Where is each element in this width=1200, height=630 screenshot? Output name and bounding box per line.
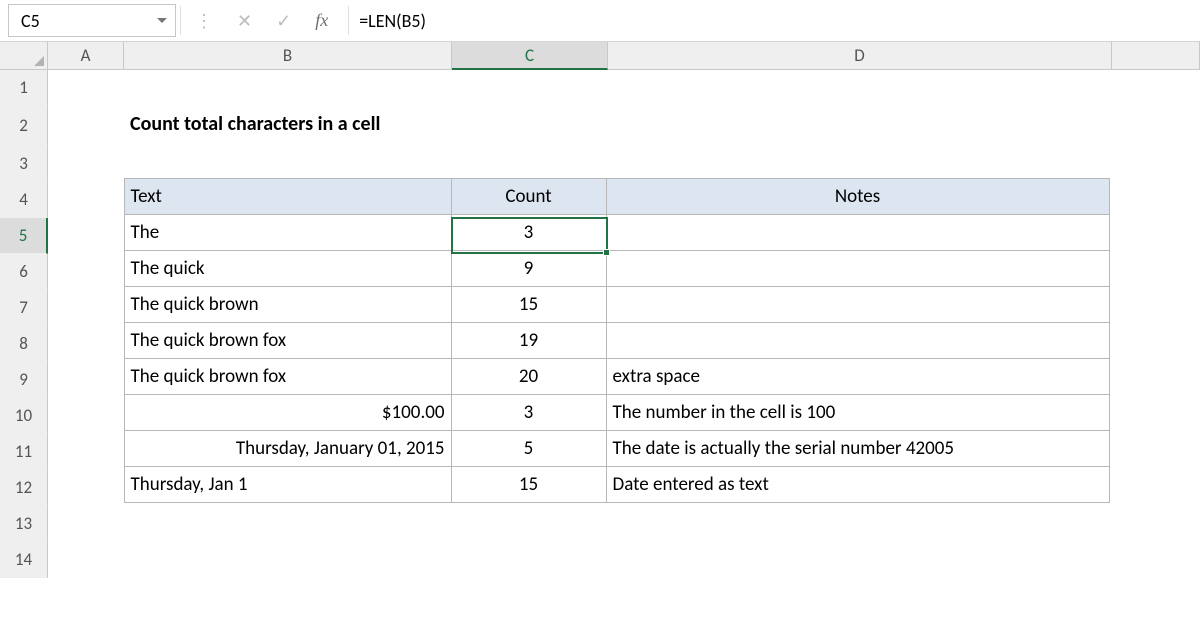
cell-text[interactable]: Thursday, January 01, 2015 [124, 430, 452, 467]
cell-text[interactable]: The [124, 214, 452, 251]
cell-text[interactable]: The quick [124, 250, 452, 287]
cell[interactable] [608, 70, 1112, 106]
cell-notes[interactable] [606, 214, 1110, 251]
row-header[interactable]: 14 [0, 542, 48, 578]
cell-count[interactable]: 3 [451, 214, 607, 251]
row-header[interactable]: 2 [0, 106, 48, 146]
col-header-c[interactable]: C [452, 42, 608, 70]
table-row: The quick brown fox 19 [124, 322, 1112, 358]
table-row: The quick brown 15 [124, 286, 1112, 322]
name-box[interactable]: C5 [8, 4, 176, 37]
cell-notes[interactable]: The date is actually the serial number 4… [606, 430, 1110, 467]
table-row: The quick brown fox 20 extra space [124, 358, 1112, 394]
table-row: Thursday, Jan 1 15 Date entered as text [124, 466, 1112, 502]
title-cell[interactable]: Count total characters in a cell [124, 106, 386, 142]
cell-text[interactable]: $100.00 [124, 394, 452, 431]
cell-text[interactable]: The quick brown [124, 286, 452, 323]
formula-bar: C5 ⋮ ✕ ✓ fx =LEN(B5) [0, 0, 1200, 42]
separator-dots-icon: ⋮ [195, 10, 213, 32]
cell-text[interactable]: Thursday, Jan 1 [124, 466, 452, 503]
row-1 [48, 70, 1200, 106]
table-row: $100.00 3 The number in the cell is 100 [124, 394, 1112, 430]
cell[interactable] [48, 146, 124, 182]
cell-count[interactable]: 9 [451, 250, 607, 287]
cancel-icon[interactable]: ✕ [237, 10, 252, 32]
row-header[interactable]: 5 [0, 218, 48, 254]
table-row: The 3 [124, 214, 1112, 250]
formula-input[interactable]: =LEN(B5) [349, 0, 1200, 41]
row-header[interactable]: 12 [0, 470, 48, 506]
col-header-b[interactable]: B [124, 42, 452, 69]
formula-bar-buttons: ⋮ ✕ ✓ fx [181, 0, 348, 41]
cell-text[interactable]: The quick brown fox [124, 358, 452, 395]
row-header[interactable]: 6 [0, 254, 48, 290]
spreadsheet-grid: A B C D 1 2 3 4 5 6 7 8 9 10 11 12 13 14 [0, 42, 1200, 578]
select-all-button[interactable] [0, 42, 48, 69]
row-header[interactable]: 13 [0, 506, 48, 542]
row-header[interactable]: 1 [0, 70, 48, 106]
row-header[interactable]: 4 [0, 182, 48, 218]
cell-count[interactable]: 3 [451, 394, 607, 431]
insert-function-icon[interactable]: fx [315, 10, 328, 31]
table-header-count[interactable]: Count [451, 178, 607, 215]
name-box-dropdown-icon[interactable] [157, 18, 167, 23]
col-header-extra[interactable] [1112, 42, 1200, 69]
rows-area: 1 2 3 4 5 6 7 8 9 10 11 12 13 14 [0, 70, 1200, 578]
row-2: Count total characters in a cell [48, 106, 1200, 146]
cell-count[interactable]: 15 [451, 286, 607, 323]
row-header[interactable]: 9 [0, 362, 48, 398]
cell-count[interactable]: 19 [451, 322, 607, 359]
row-headers: 1 2 3 4 5 6 7 8 9 10 11 12 13 14 [0, 70, 48, 578]
table-row: Thursday, January 01, 2015 5 The date is… [124, 430, 1112, 466]
cell-notes[interactable]: extra space [606, 358, 1110, 395]
cell[interactable] [48, 106, 124, 142]
table-header-text[interactable]: Text [124, 178, 452, 215]
row-header[interactable]: 3 [0, 146, 48, 182]
row-header[interactable]: 8 [0, 326, 48, 362]
col-header-d[interactable]: D [608, 42, 1112, 69]
cell-text[interactable]: The quick brown fox [124, 322, 452, 359]
formula-text: =LEN(B5) [359, 10, 426, 32]
table-row: The quick 9 [124, 250, 1112, 286]
data-table: Text Count Notes The 3 The quick 9 [124, 178, 1112, 502]
cells-area[interactable]: Count total characters in a cell Text Co… [48, 70, 1200, 578]
row-header[interactable]: 10 [0, 398, 48, 434]
cell-notes[interactable]: Date entered as text [606, 466, 1110, 503]
name-box-value: C5 [21, 10, 40, 32]
row-header[interactable]: 11 [0, 434, 48, 470]
table-header-notes[interactable]: Notes [606, 178, 1110, 215]
row-header[interactable]: 7 [0, 290, 48, 326]
cell-notes[interactable] [606, 322, 1110, 359]
cell-count[interactable]: 5 [451, 430, 607, 467]
enter-icon[interactable]: ✓ [276, 10, 291, 32]
cell[interactable] [452, 70, 608, 106]
column-headers: A B C D [0, 42, 1200, 70]
cell-notes[interactable]: The number in the cell is 100 [606, 394, 1110, 431]
cell[interactable] [124, 70, 452, 106]
cell-notes[interactable] [606, 286, 1110, 323]
table-header-row: Text Count Notes [124, 178, 1112, 214]
cell-count[interactable]: 20 [451, 358, 607, 395]
cell-notes[interactable] [606, 250, 1110, 287]
cell[interactable] [48, 70, 124, 106]
col-header-a[interactable]: A [48, 42, 124, 69]
cell-count[interactable]: 15 [451, 466, 607, 503]
